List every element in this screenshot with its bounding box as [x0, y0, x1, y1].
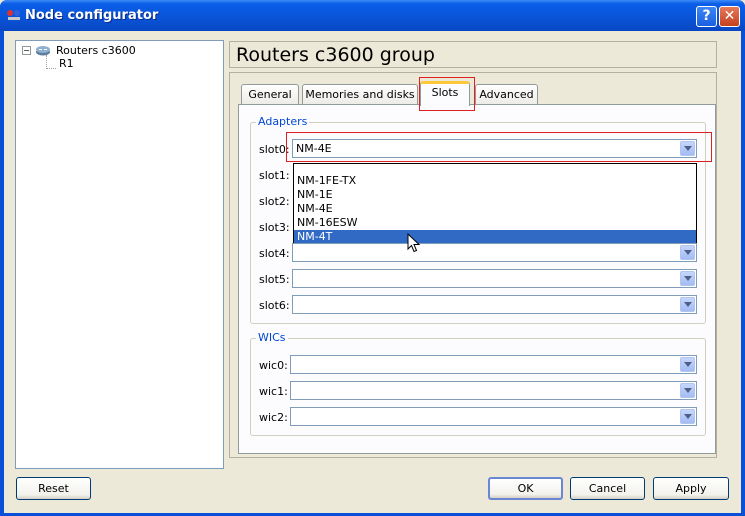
- apply-button[interactable]: Apply: [653, 477, 729, 500]
- chevron-down-icon[interactable]: [680, 357, 695, 372]
- mouse-pointer-icon: [407, 233, 421, 253]
- wic0-label: wic0:: [259, 359, 288, 372]
- ok-button[interactable]: OK: [488, 477, 563, 500]
- wics-group-title: WICs: [256, 331, 288, 344]
- dropdown-option[interactable]: NM-1FE-TX: [294, 174, 696, 187]
- chevron-down-icon[interactable]: [680, 271, 695, 286]
- tab-general[interactable]: General: [241, 84, 299, 105]
- tree-connector: [46, 68, 56, 69]
- cancel-button[interactable]: Cancel: [570, 477, 645, 500]
- tree-item-label: Routers c3600: [56, 43, 136, 57]
- slot0-highlight: [286, 132, 712, 162]
- tab-memories-and-disks[interactable]: Memories and disks: [302, 84, 418, 105]
- wic2-label: wic2:: [259, 411, 288, 424]
- slot4-label: slot4:: [259, 247, 290, 260]
- group-title-box: Routers c3600 group: [229, 41, 717, 68]
- title-bar[interactable]: Node configurator ? ✕: [0, 0, 745, 31]
- tab-advanced[interactable]: Advanced: [475, 84, 538, 105]
- slot4-combo[interactable]: [292, 243, 697, 262]
- page-title: Routers c3600 group: [236, 44, 435, 66]
- tree-item-routers-c3600[interactable]: − Routers c3600: [22, 43, 136, 57]
- chevron-down-icon[interactable]: [680, 245, 695, 260]
- router-icon: [36, 45, 50, 55]
- wic1-combo[interactable]: [290, 381, 697, 400]
- wic0-combo[interactable]: [290, 355, 697, 374]
- slot6-label: slot6:: [259, 299, 290, 312]
- wic1-label: wic1:: [259, 385, 288, 398]
- collapse-icon[interactable]: −: [22, 45, 31, 55]
- wic2-combo[interactable]: [290, 407, 697, 426]
- slot5-label: slot5:: [259, 273, 290, 286]
- app-icon: [7, 10, 20, 20]
- slot3-label: slot3:: [259, 221, 290, 234]
- dropdown-option[interactable]: NM-4E: [294, 202, 696, 215]
- close-button[interactable]: ✕: [719, 6, 740, 27]
- chevron-down-icon[interactable]: [680, 409, 695, 424]
- adapters-group-title: Adapters: [256, 115, 310, 128]
- chevron-down-icon[interactable]: [680, 383, 695, 398]
- tree-connector: [46, 55, 47, 69]
- dropdown-option[interactable]: NM-1E: [294, 188, 696, 201]
- reset-button[interactable]: Reset: [16, 477, 91, 500]
- slots-tab-highlight: [419, 77, 475, 111]
- slot0-dropdown-list[interactable]: NM-1FE-TX NM-1E NM-4E NM-16ESW NM-4T: [293, 163, 697, 243]
- slot6-combo[interactable]: [292, 295, 697, 314]
- slot5-combo[interactable]: [292, 269, 697, 288]
- dropdown-option-highlighted[interactable]: NM-4T: [294, 230, 696, 243]
- slot1-label: slot1:: [259, 169, 290, 182]
- help-button[interactable]: ?: [696, 6, 717, 27]
- chevron-down-icon[interactable]: [680, 297, 695, 312]
- dropdown-option[interactable]: NM-16ESW: [294, 216, 696, 229]
- slot2-label: slot2:: [259, 195, 290, 208]
- node-tree[interactable]: − Routers c3600 R1: [15, 40, 224, 469]
- tree-item-r1[interactable]: R1: [59, 57, 74, 70]
- slot0-label: slot0:: [259, 143, 290, 156]
- window-title: Node configurator: [25, 8, 159, 23]
